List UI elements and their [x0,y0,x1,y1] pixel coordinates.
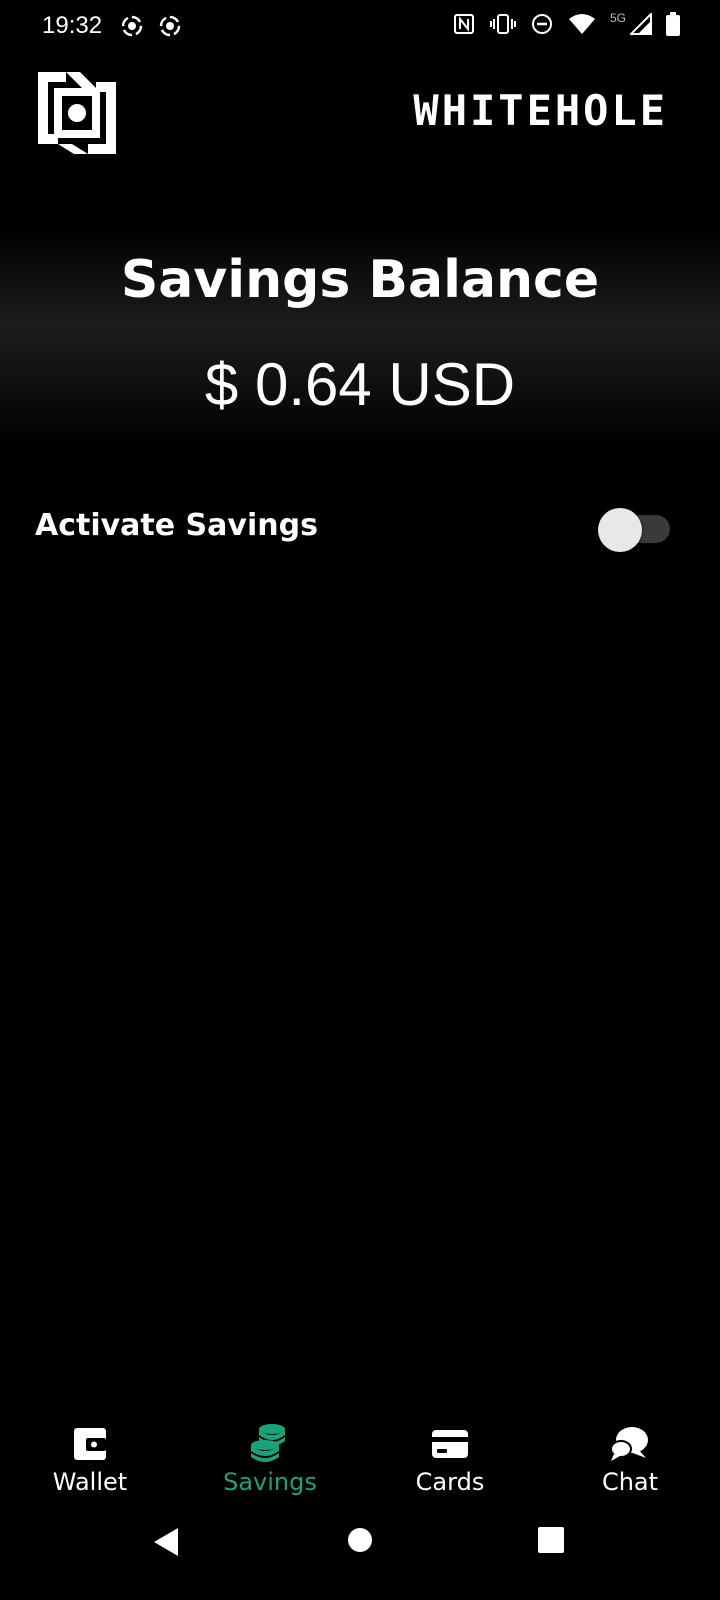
wallet-icon [74,1428,106,1460]
status-right-icons: 5G [452,11,680,36]
activate-savings-toggle[interactable] [598,508,672,552]
whitehole-logo-icon [38,72,116,154]
cell-signal-icon [630,13,652,35]
nav-item-chat[interactable]: Chat [540,1410,720,1510]
status-left-icons [120,14,182,38]
balance-title: Savings Balance [120,250,600,310]
recent-apps-icon[interactable] [537,1526,565,1554]
home-icon[interactable] [347,1527,373,1553]
nav-label-wallet: Wallet [52,1468,128,1496]
nfc-icon [453,14,474,34]
activate-savings-row: Activate Savings [35,498,672,558]
back-icon[interactable] [152,1526,180,1558]
nav-item-cards[interactable]: Cards [360,1410,540,1510]
brand-name: WHITEHOLE [413,86,668,135]
balance-amount: $ 0.64 USD [204,351,516,418]
vibrate-icon [489,14,516,34]
activate-savings-label: Activate Savings [35,508,318,543]
card-icon [432,1430,468,1458]
nav-label-cards: Cards [415,1468,485,1496]
status-time: 19:32 [42,12,103,39]
do-not-disturb-icon [531,14,552,34]
screen-record-icon [121,15,143,37]
status-bar: 19:32 5G [0,0,720,54]
wifi-icon [568,14,595,34]
nav-label-savings: Savings [223,1468,317,1496]
battery-icon [666,12,680,36]
system-nav-bar [0,1510,720,1600]
nav-label-chat: Chat [601,1468,659,1496]
nav-item-wallet[interactable]: Wallet [0,1410,180,1510]
chat-bubbles-icon [610,1427,648,1461]
coins-stack-icon [251,1424,285,1462]
nav-item-savings[interactable]: Savings [180,1410,360,1510]
bottom-nav: Wallet Savings Cards Chat [0,1410,720,1510]
screen-record-icon [159,15,181,37]
network-type-label: 5G [609,11,626,25]
toggle-thumb [598,508,642,552]
